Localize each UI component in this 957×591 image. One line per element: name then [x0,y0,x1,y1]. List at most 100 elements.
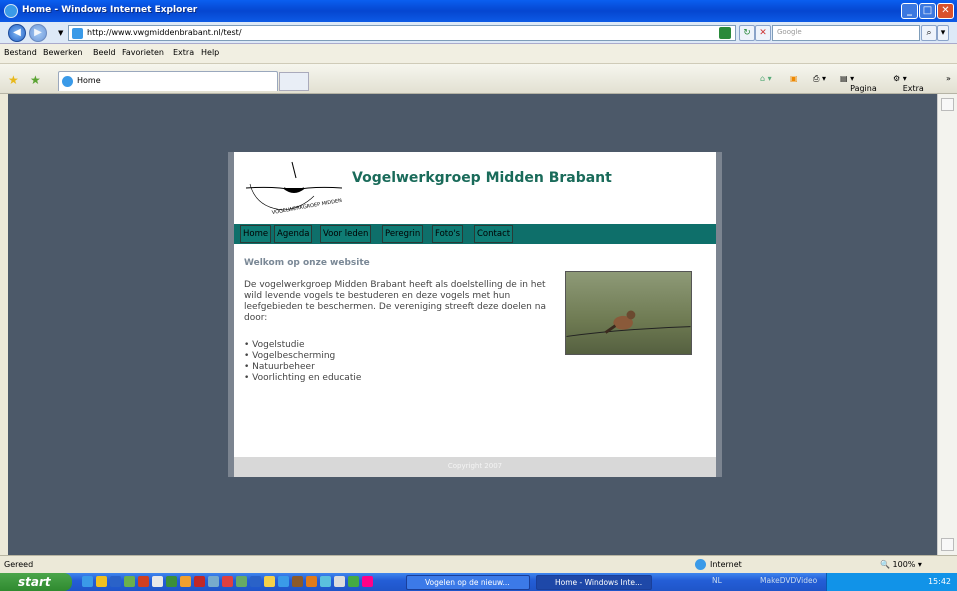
quicklaunch-app-icon[interactable] [348,576,359,587]
print-icon[interactable]: ⎙ ▾ [813,74,826,84]
status-bar: Gereed Internet 🔍 100% ▾ [0,555,957,573]
menu-extra[interactable]: Extra [173,48,194,57]
quicklaunch-app-icon[interactable] [292,576,303,587]
quicklaunch-app-icon[interactable] [124,576,135,587]
quicklaunch-app-icon[interactable] [194,576,205,587]
search-placeholder: Google [777,28,802,36]
list-item: • Voorlichting en educatie [244,373,362,383]
quicklaunch-app-icon[interactable] [306,576,317,587]
vertical-scrollbar[interactable] [937,94,957,555]
copyright-text: Copyright 2007 [447,462,503,470]
extra-menu-label: Extra [902,84,924,93]
search-input[interactable]: Google [772,25,920,41]
quicklaunch-app-icon[interactable] [278,576,289,587]
quicklaunch-app-icon[interactable] [180,576,191,587]
quicklaunch-word-icon[interactable] [110,576,121,587]
nav-fotos[interactable]: Foto's [432,225,464,243]
globe-icon [695,559,706,570]
minimize-button[interactable]: _ [901,3,918,19]
maximize-button[interactable]: □ [919,3,936,19]
quicklaunch-app-icon[interactable] [236,576,247,587]
refresh-button[interactable]: ↻ [739,25,755,41]
menu-help[interactable]: Help [201,48,219,57]
nav-peregrin[interactable]: Peregrin [382,225,424,243]
page-frame: VOGELWERKGROEP MIDDEN Vogelwerkgroep Mid… [228,152,722,477]
site-page: VOGELWERKGROEP MIDDEN Vogelwerkgroep Mid… [234,152,716,477]
quicklaunch-app-icon[interactable] [208,576,219,587]
tab-ie-icon [62,76,73,87]
scroll-down-button[interactable] [941,538,954,551]
compatibility-icon[interactable] [719,27,731,39]
bird-photo [565,271,692,355]
quicklaunch-folder-icon[interactable] [96,576,107,587]
site-nav: Home Agenda Voor leden Peregrin Foto's C… [234,224,716,244]
list-item: • Vogelbescherming [244,351,336,361]
language-indicator[interactable]: NL [712,576,722,585]
quicklaunch-app-icon[interactable] [264,576,275,587]
list-item: • Natuurbeheer [244,362,315,372]
goals-list: • Vogelstudie • Vogelbescherming • Natuu… [244,340,361,384]
search-options-icon[interactable]: ▾ [937,25,949,41]
menu-bewerken[interactable]: Bewerken [43,48,83,57]
menu-beeld[interactable]: Beeld [93,48,116,57]
welcome-heading: Welkom op onze website [244,258,370,268]
window-title: Home - Windows Internet Explorer [22,5,198,15]
quicklaunch-app-icon[interactable] [138,576,149,587]
menu-bestand[interactable]: Bestand [4,48,37,57]
list-item-text: Vogelbescherming [252,351,336,361]
new-tab-button[interactable] [279,72,309,91]
page-menu[interactable]: ▤ Pagina ▾ [840,74,877,93]
clock: 15:42 [927,577,951,586]
quicklaunch-app-icon[interactable] [222,576,233,587]
quicklaunch-app-icon[interactable] [334,576,345,587]
back-button[interactable]: ◀ [8,24,26,42]
address-input[interactable]: http://www.vwgmiddenbrabant.nl/test/ [68,25,736,41]
nav-agenda[interactable]: Agenda [274,225,313,243]
home-icon[interactable]: ⌂ ▾ [760,74,772,83]
scroll-up-button[interactable] [941,98,954,111]
site-footer: Copyright 2007 [234,457,716,477]
list-item-text: Voorlichting en educatie [252,373,362,383]
quicklaunch-app-icon[interactable] [166,576,177,587]
site-logo: VOGELWERKGROEP MIDDEN [245,161,343,216]
nav-contact[interactable]: Contact [474,225,514,243]
favorites-star-icon[interactable]: ★ [8,73,19,87]
search-icon[interactable]: ⌕ [921,25,937,41]
history-dropdown-icon[interactable]: ▼ [58,29,63,37]
title-bar: Home - Windows Internet Explorer _ □ ✕ [0,0,957,22]
menu-favorieten[interactable]: Favorieten [122,48,164,57]
menu-bar: Bestand Bewerken Beeld Favorieten Extra … [0,44,957,64]
page-menu-label: Pagina [850,84,877,93]
taskbar: start Vogelen op de nieuw... Home - Wind… [0,573,957,591]
forward-button[interactable]: ▶ [29,24,47,42]
quicklaunch-app-icon[interactable] [250,576,261,587]
quicklaunch-app-icon[interactable] [320,576,331,587]
quicklaunch-app-icon[interactable] [152,576,163,587]
zoom-control[interactable]: 🔍 100% ▾ [880,560,922,569]
taskbar-item-makedvd[interactable]: MakeDVDVideo [760,576,817,585]
tab-home[interactable]: Home [58,71,278,91]
svg-text:VOGELWERKGROEP MIDDEN: VOGELWERKGROEP MIDDEN [271,198,342,216]
nav-home[interactable]: Home [240,225,272,243]
taskbar-item-vogelen[interactable]: Vogelen op de nieuw... [406,575,530,590]
start-button[interactable]: start [0,573,72,591]
add-favorites-icon[interactable]: ★ [30,73,41,87]
more-chevron-icon[interactable]: » [946,74,951,83]
system-tray: 15:42 [826,573,957,591]
extra-menu[interactable]: ⚙ Extra ▾ [893,74,924,93]
site-title: Vogelwerkgroep Midden Brabant [352,170,612,186]
nav-voor-leden[interactable]: Voor leden [320,225,372,243]
page-icon [72,28,83,39]
address-url: http://www.vwgmiddenbrabant.nl/test/ [87,28,242,37]
list-item: • Vogelstudie [244,340,305,350]
zone-label: Internet [710,560,742,569]
quicklaunch-app-icon[interactable] [362,576,373,587]
taskbar-item-ie[interactable]: Home - Windows Inte... [536,575,652,590]
close-button[interactable]: ✕ [937,3,954,19]
list-item-text: Vogelstudie [252,340,305,350]
status-text: Gereed [4,560,34,569]
zoom-level: 100% [892,560,916,569]
quicklaunch-ie-icon[interactable] [82,576,93,587]
stop-button[interactable]: ✕ [755,25,771,41]
feeds-icon[interactable]: ▣ [790,74,798,83]
